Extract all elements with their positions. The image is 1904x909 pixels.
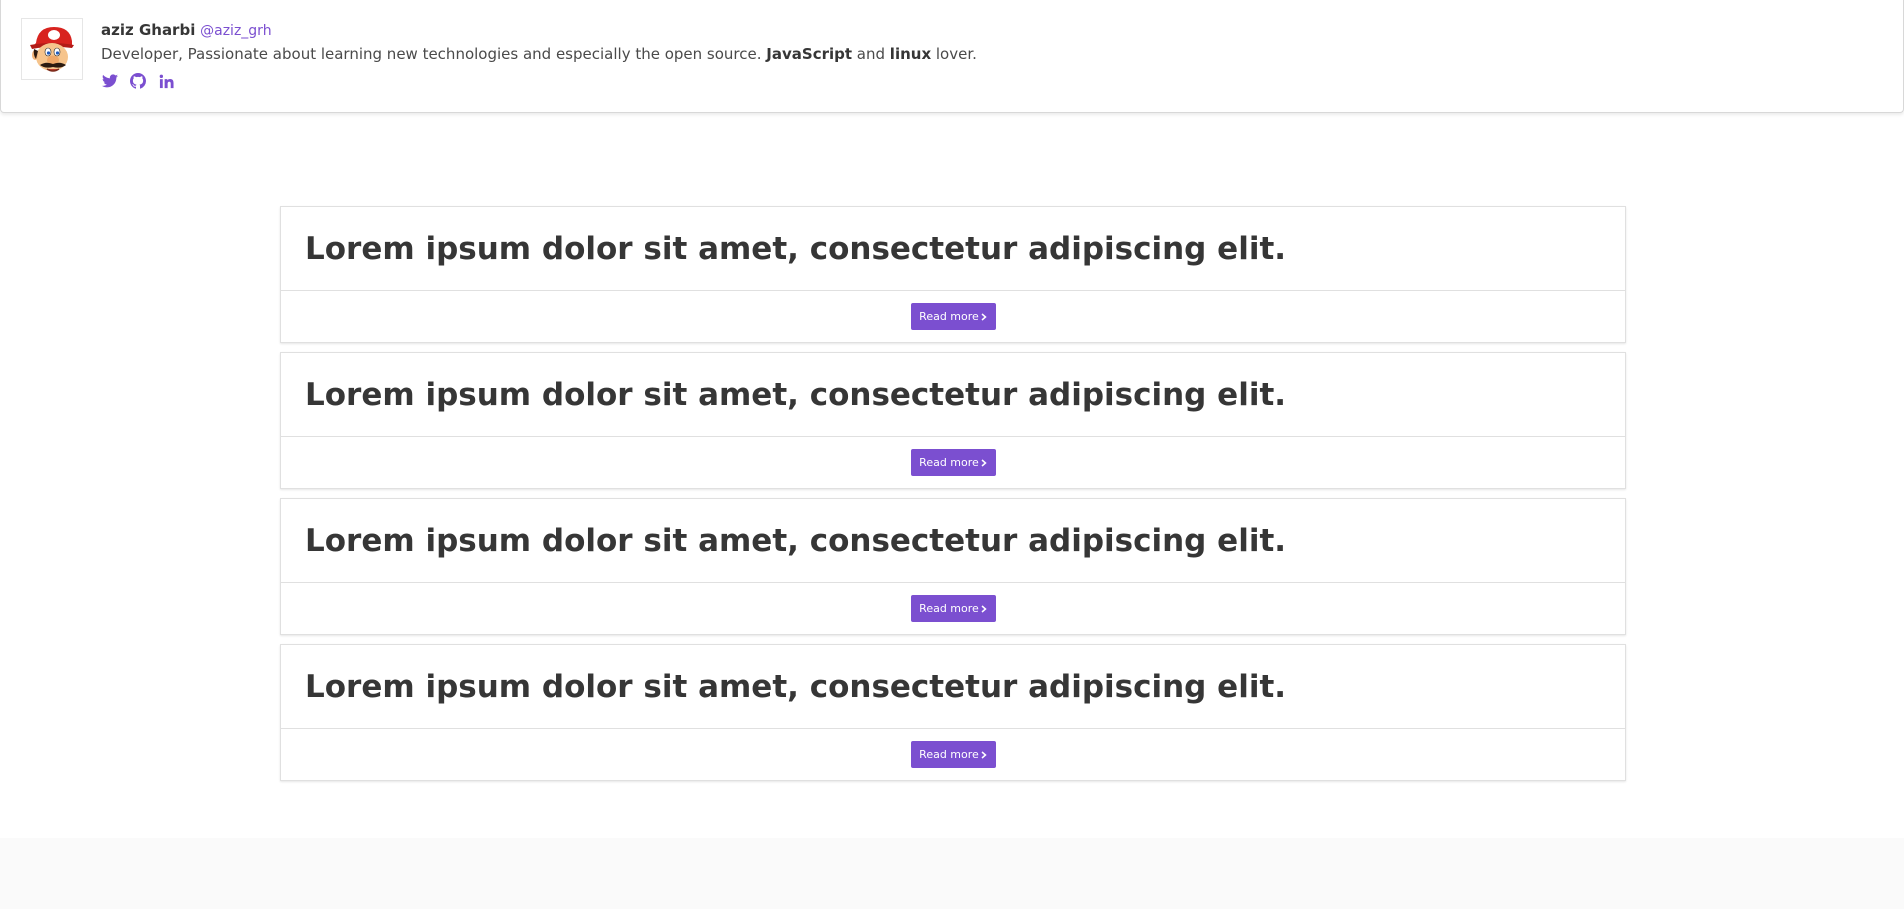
post-card: Lorem ipsum dolor sit amet, consectetur … xyxy=(280,498,1626,635)
read-more-label: Read more xyxy=(919,748,979,761)
read-more-label: Read more xyxy=(919,602,979,615)
page-footer xyxy=(0,838,1904,909)
bio-text-prefix: Developer, Passionate about learning new… xyxy=(101,45,767,63)
linkedin-icon[interactable] xyxy=(157,72,175,90)
bio-strong-javascript: JavaScript xyxy=(766,45,853,63)
post-title: Lorem ipsum dolor sit amet, consectetur … xyxy=(281,499,1625,583)
chevron-right-icon xyxy=(981,312,987,321)
name-line: aziz Gharbi @aziz_grh xyxy=(101,20,977,40)
read-more-button[interactable]: Read more xyxy=(910,303,996,330)
post-footer: Read more xyxy=(281,583,1625,634)
chevron-right-icon xyxy=(981,458,987,467)
post-footer: Read more xyxy=(281,291,1625,342)
post-card: Lorem ipsum dolor sit amet, consectetur … xyxy=(280,644,1626,781)
twitter-icon[interactable] xyxy=(101,72,119,90)
bio-text-suffix: lover. xyxy=(931,45,977,63)
post-title: Lorem ipsum dolor sit amet, consectetur … xyxy=(281,207,1625,291)
chevron-right-icon xyxy=(981,750,987,759)
post-title: Lorem ipsum dolor sit amet, consectetur … xyxy=(281,645,1625,729)
read-more-label: Read more xyxy=(919,310,979,323)
social-links xyxy=(101,72,977,90)
avatar xyxy=(21,18,83,80)
mario-avatar-image xyxy=(30,27,74,72)
chevron-right-icon xyxy=(981,604,987,613)
post-title: Lorem ipsum dolor sit amet, consectetur … xyxy=(281,353,1625,437)
post-list: Lorem ipsum dolor sit amet, consectetur … xyxy=(280,206,1626,790)
read-more-button[interactable]: Read more xyxy=(910,595,996,622)
user-handle-link[interactable]: @aziz_grh xyxy=(200,23,271,39)
read-more-button[interactable]: Read more xyxy=(910,741,996,768)
profile-header: aziz Gharbi @aziz_grh Developer, Passion… xyxy=(0,0,1904,113)
post-footer: Read more xyxy=(281,437,1625,488)
post-footer: Read more xyxy=(281,729,1625,780)
profile-info: aziz Gharbi @aziz_grh Developer, Passion… xyxy=(101,20,977,90)
read-more-button[interactable]: Read more xyxy=(910,449,996,476)
user-name: aziz Gharbi xyxy=(101,21,196,39)
read-more-label: Read more xyxy=(919,456,979,469)
post-card: Lorem ipsum dolor sit amet, consectetur … xyxy=(280,206,1626,343)
bio-text-middle: and xyxy=(852,45,890,63)
user-bio: Developer, Passionate about learning new… xyxy=(101,44,977,64)
bio-strong-linux: linux xyxy=(889,45,932,63)
post-card: Lorem ipsum dolor sit amet, consectetur … xyxy=(280,352,1626,489)
github-icon[interactable] xyxy=(129,72,147,90)
